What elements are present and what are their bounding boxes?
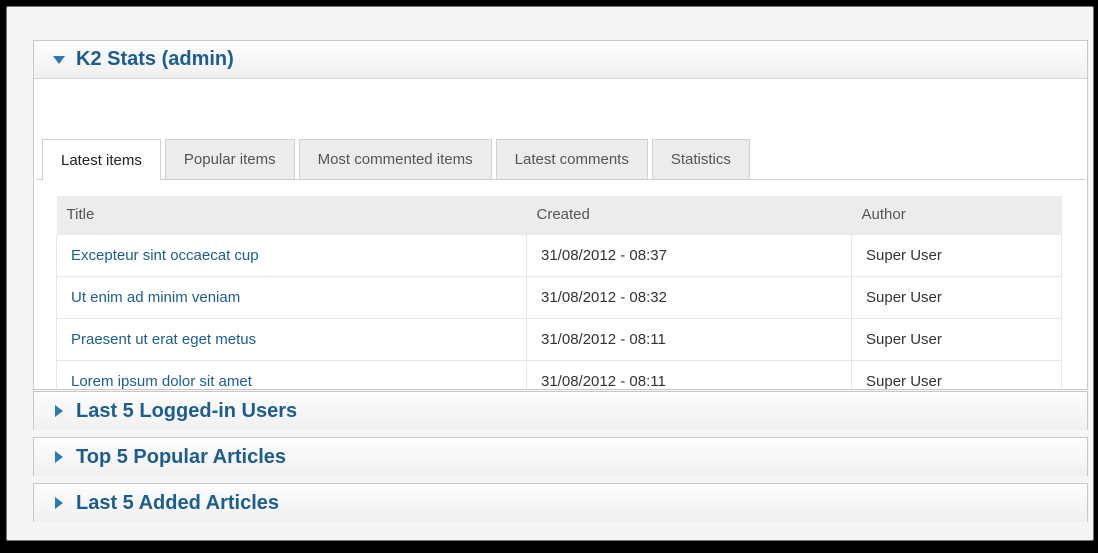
- k2-stats-panel-body: Latest items Popular items Most commente…: [34, 79, 1087, 403]
- table-row: Praesent ut erat eget metus 31/08/2012 -…: [56, 317, 1062, 361]
- tab-most-commented-items[interactable]: Most commented items: [298, 139, 492, 179]
- panel-title: K2 Stats (admin): [76, 48, 234, 70]
- tab-popular-items[interactable]: Popular items: [164, 139, 295, 179]
- triangle-right-icon: [52, 496, 66, 510]
- table-row: Excepteur sint occaecat cup 31/08/2012 -…: [56, 233, 1062, 277]
- last-logged-in-users-panel: Last 5 Logged-in Users: [33, 391, 1088, 430]
- tab-content: Title Created Author Excepteur sint occa…: [36, 179, 1085, 403]
- item-title-link[interactable]: Ut enim ad minim veniam: [56, 275, 527, 319]
- tab-statistics[interactable]: Statistics: [651, 139, 750, 179]
- item-created: 31/08/2012 - 08:37: [526, 233, 852, 277]
- window-frame: K2 Stats (admin) Latest items Popular it…: [6, 6, 1094, 541]
- item-created: 31/08/2012 - 08:32: [526, 275, 852, 319]
- panel-title: Last 5 Logged-in Users: [76, 399, 298, 422]
- last-added-articles-panel-header[interactable]: Last 5 Added Articles: [34, 484, 1087, 522]
- tab-latest-comments[interactable]: Latest comments: [495, 139, 648, 179]
- triangle-right-icon: [52, 404, 66, 418]
- column-header-author: Author: [851, 196, 1062, 234]
- panel-title: Last 5 Added Articles: [76, 491, 280, 514]
- latest-items-table: Title Created Author Excepteur sint occa…: [56, 196, 1062, 403]
- item-title-link[interactable]: Excepteur sint occaecat cup: [56, 233, 527, 277]
- triangle-down-icon: [52, 53, 66, 67]
- top-popular-articles-panel: Top 5 Popular Articles: [33, 437, 1088, 476]
- last-added-articles-panel: Last 5 Added Articles: [33, 483, 1088, 522]
- tab-bar: Latest items Popular items Most commente…: [42, 139, 754, 180]
- item-created: 31/08/2012 - 08:11: [526, 317, 852, 361]
- item-author: Super User: [851, 317, 1062, 361]
- column-header-created: Created: [526, 196, 852, 234]
- column-header-title: Title: [56, 196, 527, 234]
- last-logged-in-users-panel-header[interactable]: Last 5 Logged-in Users: [34, 392, 1087, 430]
- table-row: Ut enim ad minim veniam 31/08/2012 - 08:…: [56, 275, 1062, 319]
- panel-title: Top 5 Popular Articles: [76, 445, 287, 468]
- item-author: Super User: [851, 275, 1062, 319]
- k2-stats-panel: K2 Stats (admin) Latest items Popular it…: [33, 40, 1088, 403]
- table-header-row: Title Created Author: [56, 196, 1062, 234]
- item-title-link[interactable]: Praesent ut erat eget metus: [56, 317, 527, 361]
- k2-stats-panel-header[interactable]: K2 Stats (admin): [34, 41, 1087, 79]
- top-popular-articles-panel-header[interactable]: Top 5 Popular Articles: [34, 438, 1087, 476]
- triangle-right-icon: [52, 450, 66, 464]
- tab-latest-items[interactable]: Latest items: [42, 139, 161, 180]
- item-author: Super User: [851, 233, 1062, 277]
